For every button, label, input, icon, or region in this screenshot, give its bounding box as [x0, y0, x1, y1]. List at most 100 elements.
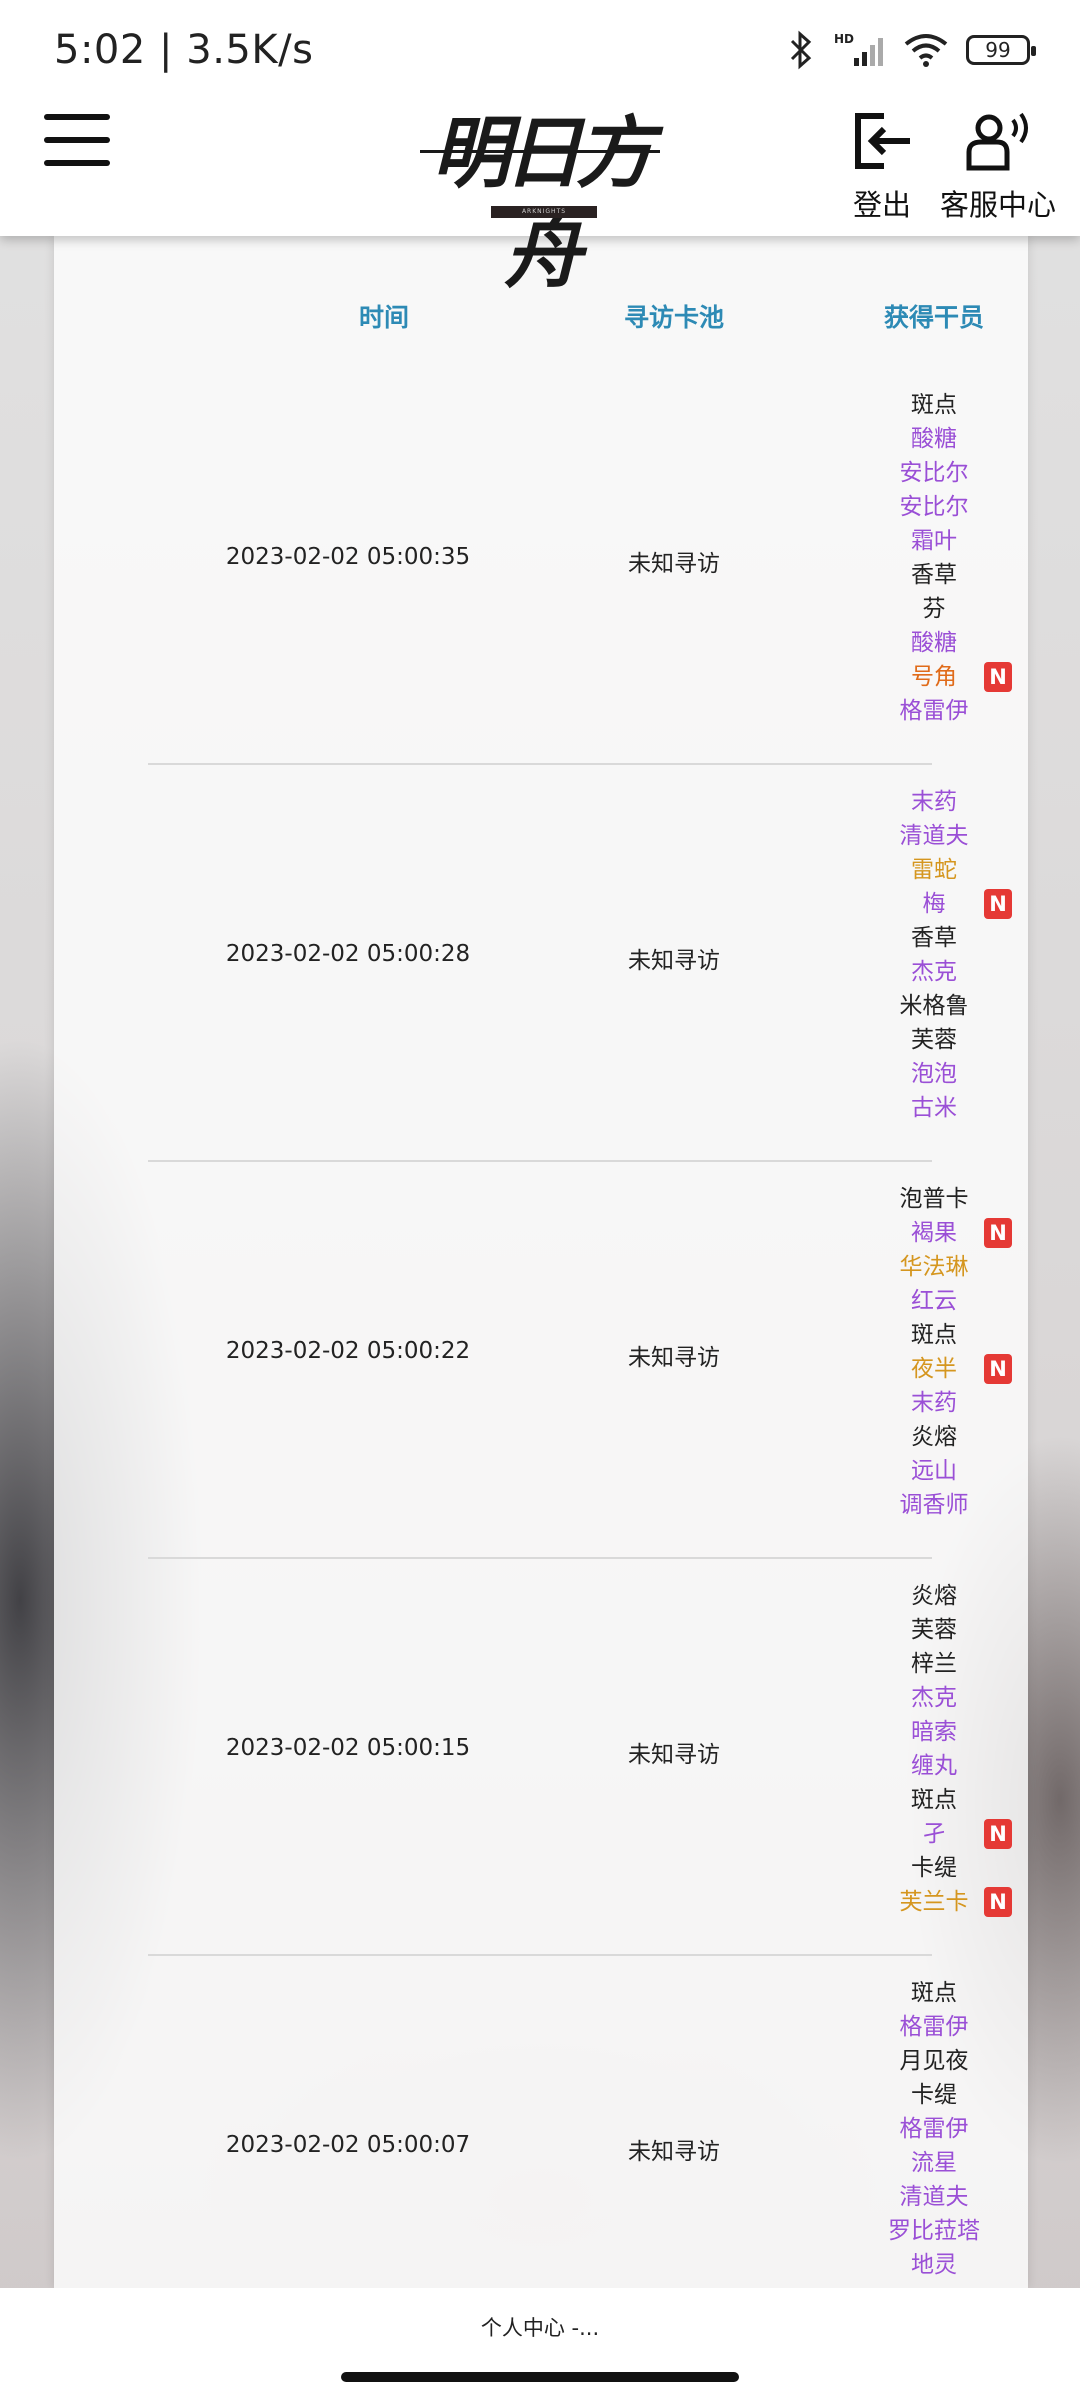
row-time: 2023-02-02 05:00:07: [225, 2132, 471, 2158]
operator-name: 罗比菈塔: [888, 2218, 980, 2244]
operator-item: 泡泡: [754, 1057, 1080, 1091]
operator-name: 远山: [911, 1458, 957, 1484]
status-bar: 5:02 | 3.5K/s HD 99: [0, 0, 1080, 100]
customer-service-button[interactable]: 客服中心: [938, 100, 1058, 224]
new-badge: N: [984, 1218, 1012, 1248]
operator-item: 褐果 N: [754, 1216, 1080, 1250]
operator-item: 红云: [754, 1284, 1080, 1318]
logout-button[interactable]: 登出: [848, 100, 916, 224]
operator-item: 末药: [754, 785, 1080, 819]
operator-name: 缠丸: [911, 1753, 957, 1779]
table-row: 2023-02-02 05:00:15 未知寻访 炎熔 芙蓉 梓兰 杰克 暗索 缠丸 斑点孑 N 卡…: [148, 1557, 1012, 1956]
operator-item: 安比尔: [754, 490, 1080, 524]
operator-item: 罗比菈塔: [754, 2214, 1080, 2248]
wifi-icon: [904, 34, 948, 67]
table-row: 2023-02-02 05:00:28 未知寻访 末药 清道夫 雷蛇梅 N 香草 杰克 米格鲁芙…: [148, 763, 1012, 1162]
menu-icon-line: [44, 160, 110, 166]
operator-name: 斑点: [911, 1980, 957, 2006]
operator-item: 酸糖: [754, 626, 1080, 660]
home-indicator[interactable]: [341, 2372, 739, 2382]
operator-item: 斑点: [754, 388, 1080, 422]
operator-name: 香草: [911, 562, 957, 588]
operator-item: 清道夫: [754, 819, 1080, 853]
operator-item: 流星: [754, 2146, 1080, 2180]
new-badge: N: [984, 662, 1012, 692]
operator-list: 斑点 格雷伊 月见夜 卡缇 格雷伊 流星 清道夫 罗比菈塔 地灵: [754, 1976, 1080, 2282]
customer-service-label: 客服中心: [939, 188, 1056, 222]
operator-name: 地灵: [911, 2252, 957, 2278]
operator-item: 华法琳: [754, 1250, 1080, 1284]
operator-name: 炎熔: [911, 1583, 957, 1609]
operator-item: 月见夜: [754, 2044, 1080, 2078]
operator-item: 芬: [754, 592, 1080, 626]
operator-item: 斑点: [754, 1783, 1080, 1817]
operator-item: 炎熔: [754, 1420, 1080, 1454]
operator-name: 芙蓉: [911, 1617, 957, 1643]
operator-name: 月见夜: [899, 2048, 969, 2074]
operator-name: 流星: [911, 2150, 957, 2176]
operator-item: 格雷伊: [754, 694, 1080, 728]
operator-list: 斑点 酸糖 安比尔 安比尔 霜叶 香草芬酸糖 号角 N 格雷伊: [754, 388, 1080, 728]
operator-item: 泡普卡: [754, 1182, 1080, 1216]
status-time: 5:02 | 3.5K/s: [54, 27, 313, 73]
operator-name: 梓兰: [911, 1651, 957, 1677]
operator-name: 炎熔: [911, 1424, 957, 1450]
operator-name: 卡缇: [911, 1855, 957, 1881]
operator-item: 古米: [754, 1091, 1080, 1125]
table-row: 2023-02-02 05:00:35 未知寻访 斑点 酸糖 安比尔 安比尔 霜叶 香草芬酸糖…: [148, 366, 1012, 765]
operator-item: 斑点: [754, 1976, 1080, 2010]
operator-name: 古米: [911, 1095, 957, 1121]
operator-name: 清道夫: [899, 823, 969, 849]
operator-name: 酸糖: [911, 630, 957, 656]
arknights-logo[interactable]: 明日方舟 ARKNIGHTS: [415, 100, 665, 299]
operator-name: 红云: [911, 1288, 957, 1314]
operator-item: 芙蓉: [754, 1613, 1080, 1647]
operator-list: 末药 清道夫 雷蛇梅 N 香草 杰克 米格鲁 芙蓉 泡泡 古米: [754, 785, 1080, 1125]
operator-item: 格雷伊: [754, 2010, 1080, 2044]
new-badge: N: [984, 1819, 1012, 1849]
operator-item: 地灵: [754, 2248, 1080, 2282]
menu-icon-line: [44, 114, 110, 120]
operator-item: 格雷伊: [754, 2112, 1080, 2146]
operator-item: 斑点: [754, 1318, 1080, 1352]
operator-name: 安比尔: [899, 494, 969, 520]
operator-name: 斑点: [911, 1322, 957, 1348]
operator-name: 杰克: [911, 1685, 957, 1711]
operator-name: 芙兰卡: [899, 1889, 969, 1915]
operator-name: 雷蛇: [911, 857, 957, 883]
operator-item: 远山: [754, 1454, 1080, 1488]
new-badge: N: [984, 1354, 1012, 1384]
operator-name: 斑点: [911, 1787, 957, 1813]
operator-item: 炎熔: [754, 1579, 1080, 1613]
operator-name: 卡缇: [911, 2082, 957, 2108]
menu-button[interactable]: [44, 114, 110, 170]
page-title: 个人中心 -...: [480, 2316, 600, 2340]
bottom-bar: 个人中心 -...: [0, 2288, 1080, 2400]
menu-icon-line: [44, 137, 110, 143]
operator-item: 香草: [754, 558, 1080, 592]
operator-item: 孑N: [754, 1817, 1080, 1851]
operator-item: 号角 N: [754, 660, 1080, 694]
operator-name: 芬: [922, 596, 946, 622]
operator-item: 暗索: [754, 1715, 1080, 1749]
operator-item: 末药: [754, 1386, 1080, 1420]
operator-name: 末药: [911, 789, 957, 815]
row-time: 2023-02-02 05:00:28: [225, 941, 471, 967]
operator-item: 香草: [754, 921, 1080, 955]
operator-name: 米格鲁: [899, 993, 969, 1019]
operator-item: 缠丸: [754, 1749, 1080, 1783]
operator-name: 格雷伊: [899, 698, 969, 724]
operator-item: 安比尔: [754, 456, 1080, 490]
operator-item: 梓兰: [754, 1647, 1080, 1681]
column-header-operators: 获得干员: [883, 303, 984, 332]
operator-item: 清道夫: [754, 2180, 1080, 2214]
logout-label: 登出: [852, 188, 911, 222]
app-header: 明日方舟 ARKNIGHTS 登出 客服中心: [0, 100, 1080, 299]
operator-name: 清道夫: [899, 2184, 969, 2210]
operator-item: 芙蓉: [754, 1023, 1080, 1057]
operator-name: 华法琳: [899, 1254, 969, 1280]
operator-item: 酸糖: [754, 422, 1080, 456]
battery-level: 99: [985, 38, 1011, 62]
operator-list: 炎熔芙蓉梓兰杰克暗索缠丸斑点孑 N 卡缇芙兰卡 N: [754, 1579, 1080, 1919]
table-row: 2023-02-02 05:00:22 未知寻访 泡普卡 褐果 N 华法琳 红云 斑点 夜半 N 末…: [148, 1160, 1012, 1559]
